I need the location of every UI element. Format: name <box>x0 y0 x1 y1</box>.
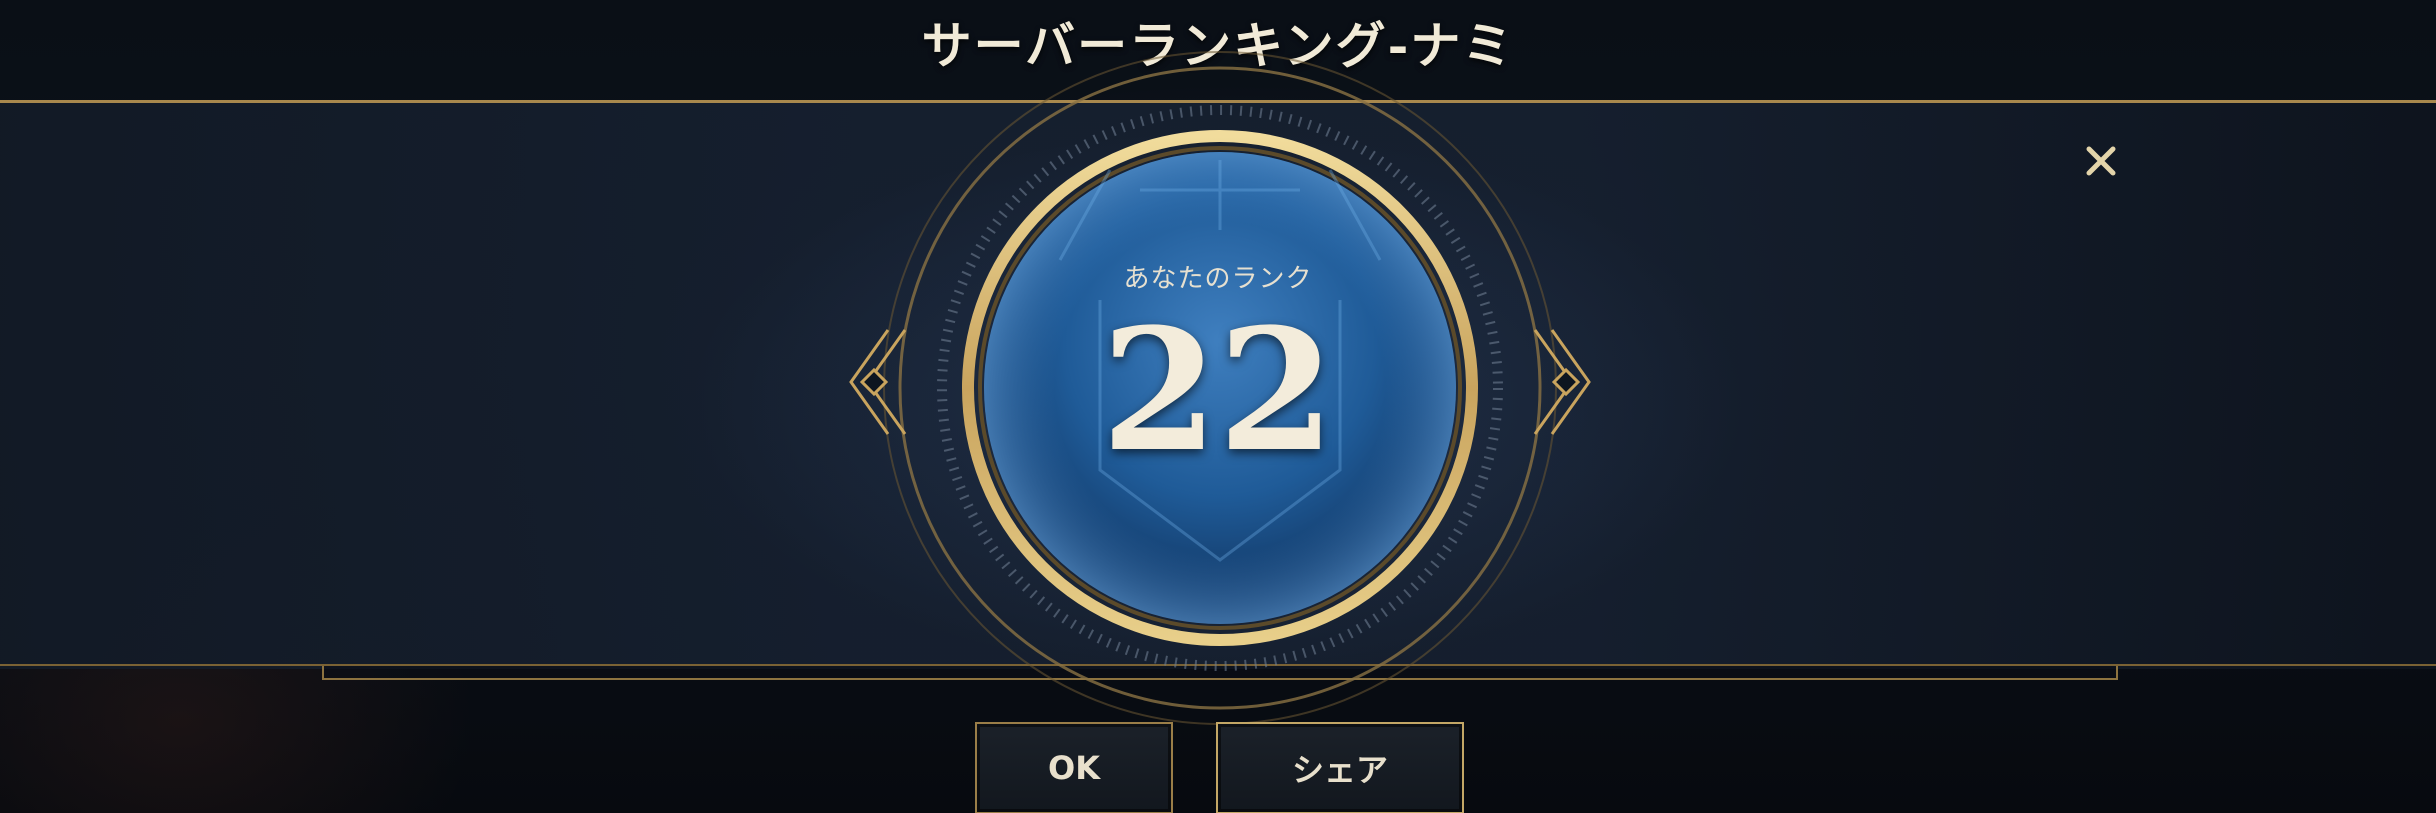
ranking-screen: サーバーランキング-ナミ あなたのランク 22 OK シェア <box>0 0 2436 813</box>
rank-label: あなたのランク <box>1123 264 1313 294</box>
right-ornament <box>1533 329 1591 435</box>
ok-button[interactable]: OK <box>975 722 1173 813</box>
share-button[interactable]: シェア <box>1216 722 1464 813</box>
left-ornament <box>849 329 907 435</box>
rank-value: 22 <box>1101 291 1335 489</box>
